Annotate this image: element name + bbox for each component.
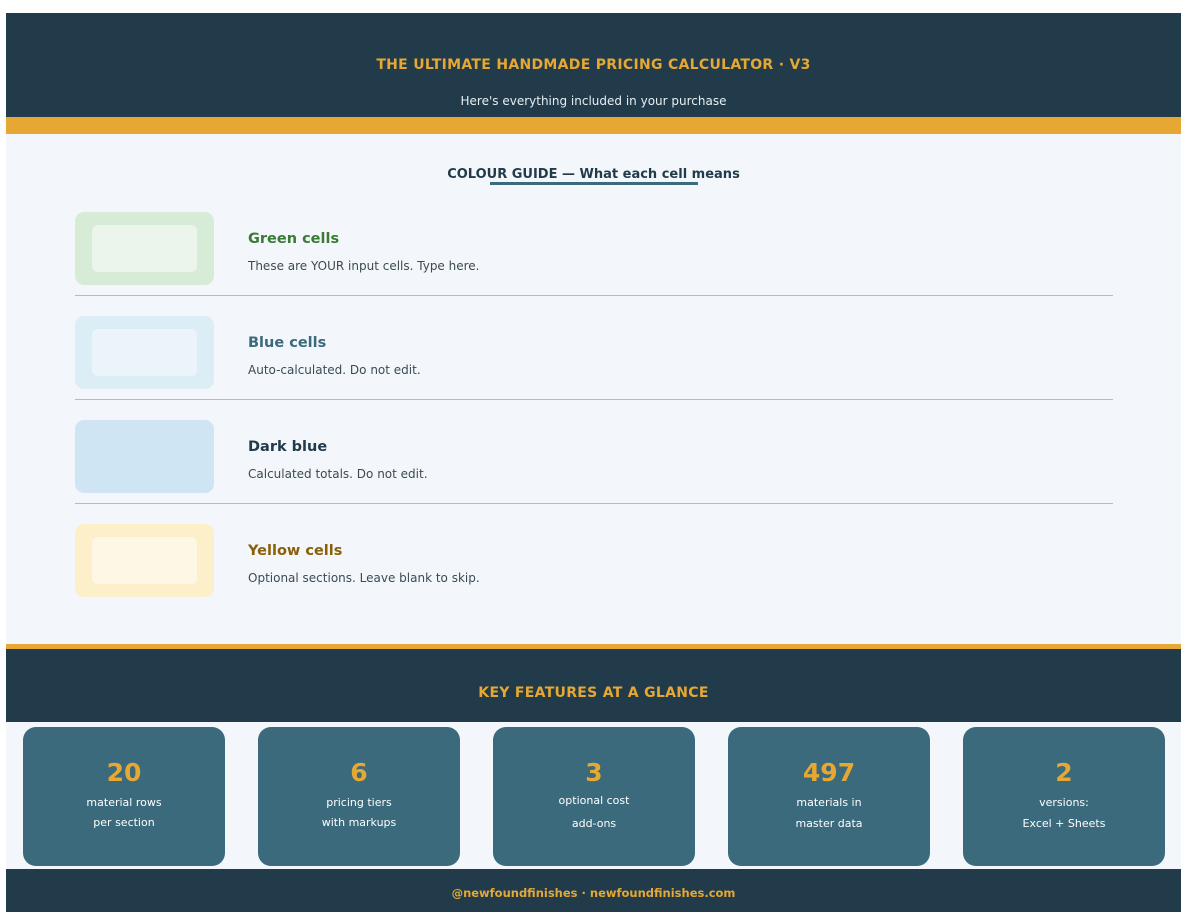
divider (75, 399, 1113, 400)
colour-guide-item-dark-blue: Dark blue Calculated totals. Do not edit… (75, 420, 1113, 524)
colour-guide-item-green: Green cells These are YOUR input cells. … (75, 212, 1113, 316)
feature-value: 20 (106, 758, 142, 787)
colour-guide-item-description: Auto-calculated. Do not edit. (248, 363, 421, 377)
colour-guide-underline (490, 182, 698, 185)
blue-swatch (75, 316, 214, 389)
divider (75, 295, 1113, 296)
features-title: KEY FEATURES AT A GLANCE (478, 685, 709, 701)
feature-label-line1: optional cost (558, 794, 630, 807)
infographic-page: THE ULTIMATE HANDMADE PRICING CALCULATOR… (6, 13, 1181, 912)
feature-value: 497 (802, 758, 856, 787)
colour-guide-item-name: Dark blue (248, 439, 328, 455)
feature-card-master-data: 497 materials in master data (728, 727, 930, 866)
feature-card-cost-add-ons: 3 optional cost add-ons (493, 727, 695, 866)
colour-guide-item-name: Yellow cells (248, 543, 343, 559)
feature-label-line1: materials in (796, 796, 862, 809)
feature-card-pricing-tiers: 6 pricing tiers with markups (258, 727, 460, 866)
colour-guide-item-description: These are YOUR input cells. Type here. (248, 259, 480, 273)
footer-banner: @newfoundfinishes · newfoundfinishes.com (6, 869, 1181, 912)
feature-label-line1: pricing tiers (326, 796, 392, 809)
footer-credits: @newfoundfinishes · newfoundfinishes.com (451, 886, 736, 900)
divider (75, 503, 1113, 504)
feature-label-line2: per section (93, 816, 155, 829)
green-swatch (75, 212, 214, 285)
colour-guide-title: COLOUR GUIDE — What each cell means (447, 167, 740, 182)
dark-blue-swatch (75, 420, 214, 493)
feature-label-line1: versions: (1039, 796, 1089, 809)
feature-label-line2: with markups (321, 816, 397, 829)
colour-guide-item-description: Calculated totals. Do not edit. (248, 467, 428, 481)
blue-swatch-inner (92, 329, 197, 376)
colour-guide-item-description: Optional sections. Leave blank to skip. (248, 571, 480, 585)
colour-guide-item-name: Green cells (248, 231, 340, 247)
green-swatch-inner (92, 225, 197, 272)
feature-label-line2: add-ons (571, 817, 617, 830)
yellow-swatch-inner (92, 537, 197, 584)
header-banner: THE ULTIMATE HANDMADE PRICING CALCULATOR… (6, 13, 1181, 117)
feature-value: 2 (1055, 758, 1073, 787)
header-accent-bar (6, 117, 1181, 134)
feature-label-line1: material rows (86, 796, 162, 809)
page-subtitle: Here's everything included in your purch… (460, 94, 727, 108)
feature-value: 3 (585, 758, 603, 787)
colour-guide-item-yellow: Yellow cells Optional sections. Leave bl… (75, 524, 1113, 628)
colour-guide-item-blue: Blue cells Auto-calculated. Do not edit. (75, 316, 1113, 420)
feature-value: 6 (350, 758, 368, 787)
feature-card-material-rows: 20 material rows per section (23, 727, 225, 866)
feature-card-versions: 2 versions: Excel + Sheets (963, 727, 1165, 866)
feature-label-line2: master data (795, 817, 863, 830)
feature-label-line2: Excel + Sheets (1022, 817, 1106, 830)
colour-guide-item-name: Blue cells (248, 335, 327, 351)
yellow-swatch (75, 524, 214, 597)
page-title: THE ULTIMATE HANDMADE PRICING CALCULATOR… (376, 57, 811, 73)
